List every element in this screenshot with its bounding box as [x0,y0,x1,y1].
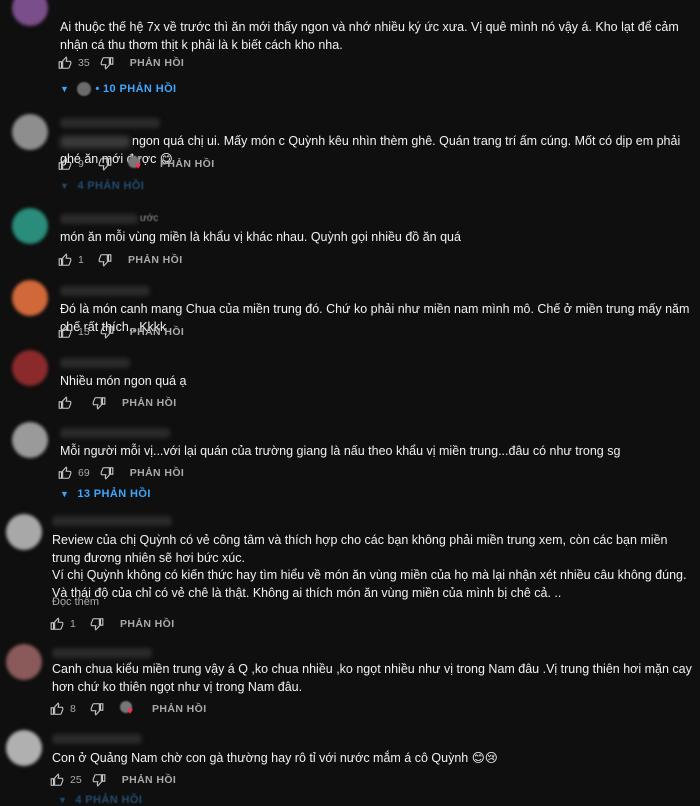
comment-text: Ai thuộc thế hệ 7x về trước thì ăn mới t… [60,20,683,52]
like-icon[interactable] [58,396,72,410]
timestamp: ước [140,213,159,224]
caret-down-icon: ▼ [60,489,70,499]
reply-button[interactable]: PHẢN HỒI [128,254,183,266]
like-icon[interactable] [50,617,64,631]
like-count: 8 [70,703,76,715]
dislike-icon[interactable] [92,773,106,787]
comment-actions: 35 PHẢN HỒI [58,54,184,72]
avatar[interactable] [12,350,48,386]
avatar[interactable] [6,730,42,766]
creator-avatar [77,82,92,96]
comment-actions: 1 PHẢN HỒI [50,615,175,633]
avatar[interactable] [12,114,48,150]
reply-button[interactable]: PHẢN HỒI [122,397,177,409]
like-icon[interactable] [50,702,64,716]
author-name[interactable] [52,648,152,658]
avatar[interactable] [12,208,48,244]
comment-text: Review của chị Quỳnh có vẻ công tâm và t… [52,533,687,600]
dislike-icon[interactable] [98,253,112,267]
replies-count: 4 PHẢN HỒI [75,794,143,806]
author-name[interactable] [60,118,160,128]
like-icon[interactable] [58,253,72,267]
avatar[interactable] [12,0,48,26]
like-count: 15 [78,326,90,338]
replies-count: 4 PHẢN HỒI [77,180,145,192]
like-icon[interactable] [58,325,72,339]
like-icon[interactable] [58,56,72,70]
like-icon[interactable] [58,466,72,480]
reply-button[interactable]: PHẢN HỒI [130,326,185,338]
avatar[interactable] [6,514,42,550]
reply-button[interactable]: PHẢN HỒI [130,57,185,69]
comment-actions: 69 PHẢN HỒI [58,464,184,482]
comment-actions: 8 ♥ PHẢN HỒI [50,700,207,718]
comment-actions: 15 PHẢN HỒI [58,323,184,341]
like-icon[interactable] [58,157,72,171]
comment-actions: PHẢN HỒI [58,394,177,412]
replies-count: • 10 PHẢN HỒI [95,83,177,95]
author-name[interactable] [60,214,138,224]
like-count: 25 [70,774,82,786]
comment-text: Nhiều món ngon quá ạ [60,374,187,388]
replies-count: 13 PHẢN HỒI [77,488,151,500]
author-name[interactable] [60,428,170,438]
comment-text: món ăn mỗi vùng miền là khẩu vị khác nha… [60,230,461,244]
dislike-icon[interactable] [90,617,104,631]
reply-button[interactable]: PHẢN HỒI [120,618,175,630]
comment-text: Con ở Quảng Nam chờ con gà thường hay rô… [52,751,498,765]
heart-icon: ♥ [135,161,141,172]
dislike-icon[interactable] [98,157,112,171]
like-count: 69 [78,467,90,479]
comment-text: Canh chua kiểu miền trung vậy á Q ,ko ch… [52,662,696,694]
dislike-icon[interactable] [100,325,114,339]
creator-heart: ♥ [128,156,144,172]
avatar[interactable] [12,280,48,316]
author-name[interactable] [60,358,130,368]
author-mention [60,135,130,148]
comment-text: Mỗi người mỗi vị...với lại quán của trườ… [60,444,621,458]
like-count: 1 [70,618,76,630]
comment-actions: 25 PHẢN HỒI [50,771,176,789]
view-replies-button[interactable]: ▼ • 10 PHẢN HỒI [60,82,177,96]
comment-actions: 9 ♥ PHẢN HỒI [58,155,215,173]
caret-down-icon: ▼ [58,795,68,805]
caret-down-icon: ▼ [60,181,70,191]
reply-button[interactable]: PHẢN HỒI [152,703,207,715]
dislike-icon[interactable] [100,56,114,70]
author-name[interactable] [52,734,142,744]
read-more-link[interactable]: Đọc thêm [52,596,99,608]
view-replies-button[interactable]: ▼ 13 PHẢN HỒI [60,488,151,500]
like-count: 1 [78,254,84,266]
like-icon[interactable] [50,773,64,787]
author-name[interactable] [52,516,172,526]
reply-button[interactable]: PHẢN HỒI [130,467,185,479]
caret-down-icon: ▼ [60,84,70,94]
heart-icon: ♥ [127,706,133,717]
like-count: 9 [78,158,84,170]
dislike-icon[interactable] [100,466,114,480]
avatar[interactable] [6,644,42,680]
creator-heart: ♥ [120,701,136,717]
reply-button[interactable]: PHẢN HỒI [122,774,177,786]
avatar[interactable] [12,422,48,458]
author-name[interactable] [60,286,150,296]
reply-button[interactable]: PHẢN HỒI [160,158,215,170]
like-count: 35 [78,57,90,69]
dislike-icon[interactable] [92,396,106,410]
dislike-icon[interactable] [90,702,104,716]
view-replies-button[interactable]: ▼ 4 PHẢN HỒI [60,180,144,192]
view-replies-button[interactable]: ▼ 4 PHẢN HỒI [58,794,142,806]
comment-actions: 1 PHẢN HỒI [58,251,183,269]
